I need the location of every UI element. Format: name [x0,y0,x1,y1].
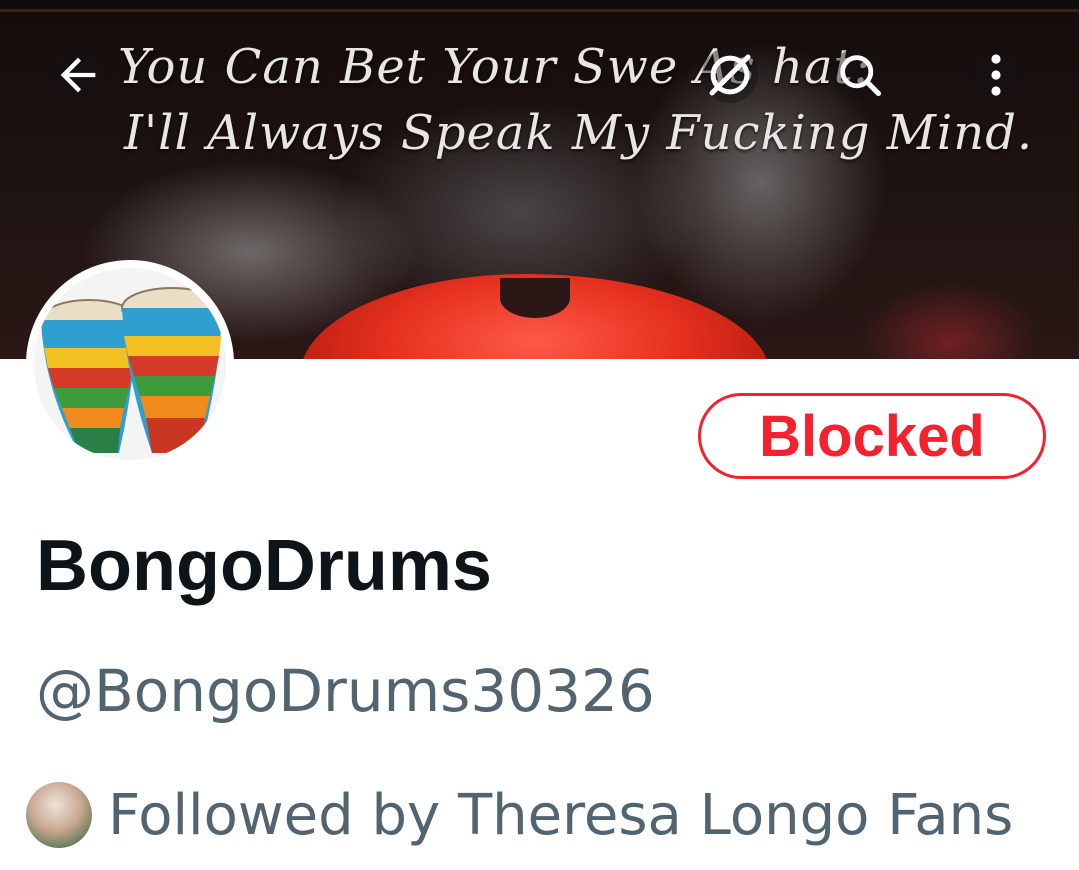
followed-by[interactable]: Followed by Theresa Longo Fans [26,780,1013,850]
more-vertical-icon [991,54,1001,96]
search-icon [840,55,882,97]
blocked-icon [709,54,751,96]
blocked-button[interactable]: Blocked [698,393,1046,479]
banner-quote-line-2: I'll Always Speak My Fucking Mind. [124,105,1034,161]
back-button[interactable] [50,47,106,103]
status-strip [0,0,1079,12]
display-name: BongoDrums [36,526,492,606]
user-handle: @BongoDrums30326 [36,657,655,725]
followed-by-text: Followed by Theresa Longo Fans [108,782,1014,848]
search-button[interactable] [832,47,888,103]
avatar[interactable] [34,268,226,460]
more-options-button[interactable] [970,47,1022,103]
lips-notch [500,278,570,318]
follower-avatar[interactable] [26,782,92,848]
unblock-toggle-button[interactable] [702,47,758,103]
arrow-left-icon [60,57,96,93]
bongo-drums-avatar [34,268,226,460]
